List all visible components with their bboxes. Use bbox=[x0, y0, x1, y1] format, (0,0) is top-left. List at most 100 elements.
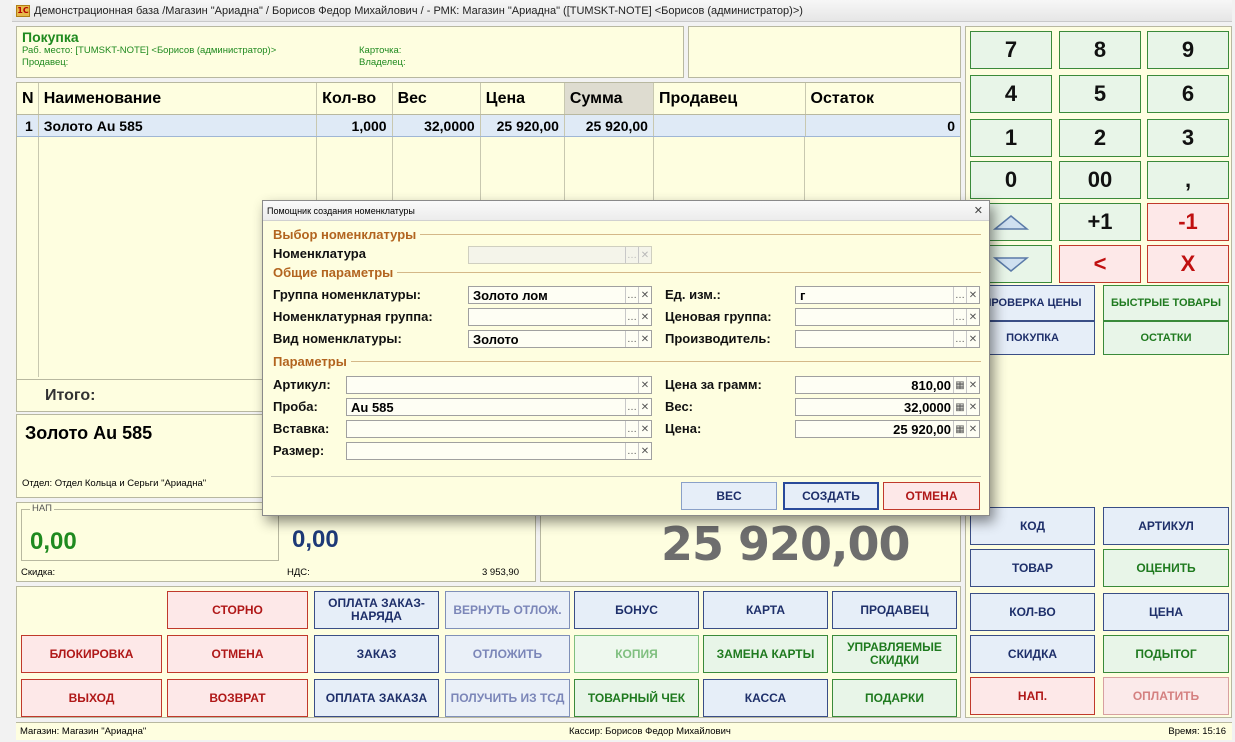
key-7[interactable]: 7 bbox=[970, 31, 1052, 69]
pay-button[interactable]: ОПЛАТИТЬ bbox=[1103, 677, 1229, 715]
ellipsis-icon[interactable]: … bbox=[625, 309, 638, 325]
column-header[interactable]: N bbox=[17, 83, 39, 114]
return-deferred-button[interactable]: ВЕРНУТЬ ОТЛОЖ. bbox=[445, 591, 570, 629]
clear-x-icon[interactable]: ✕ bbox=[638, 377, 651, 393]
ellipsis-icon[interactable]: … bbox=[625, 287, 638, 303]
key-8[interactable]: 8 bbox=[1059, 31, 1141, 69]
clear-button[interactable]: X bbox=[1147, 245, 1229, 283]
manufacturer-field[interactable]: … ✕ bbox=[795, 330, 980, 348]
pay-work-order-button[interactable]: ОПЛАТА ЗАКАЗ-НАРЯДА bbox=[314, 591, 439, 629]
key-00[interactable]: 00 bbox=[1059, 161, 1141, 199]
clear-x-icon[interactable]: ✕ bbox=[638, 247, 651, 263]
seller-button[interactable]: ПРОДАВЕЦ bbox=[832, 591, 957, 629]
nap-button[interactable]: НАП. bbox=[970, 677, 1095, 715]
key-9[interactable]: 9 bbox=[1147, 31, 1229, 69]
weight-button[interactable]: ВЕС bbox=[681, 482, 777, 510]
ellipsis-icon[interactable]: … bbox=[953, 287, 966, 303]
nom-group-field[interactable]: … ✕ bbox=[468, 308, 652, 326]
quick-goods-button[interactable]: БЫСТРЫЕ ТОВАРЫ bbox=[1103, 285, 1229, 321]
clear-x-icon[interactable]: ✕ bbox=[638, 399, 651, 415]
order-button[interactable]: ЗАКАЗ bbox=[314, 635, 439, 673]
key-5[interactable]: 5 bbox=[1059, 75, 1141, 113]
clear-x-icon[interactable]: ✕ bbox=[638, 421, 651, 437]
bonus-button[interactable]: БОНУС bbox=[574, 591, 699, 629]
clear-x-icon[interactable]: ✕ bbox=[966, 421, 979, 437]
article-button[interactable]: АРТИКУЛ bbox=[1103, 507, 1229, 545]
ellipsis-icon[interactable]: … bbox=[625, 399, 638, 415]
size-field[interactable]: … ✕ bbox=[346, 442, 652, 460]
clear-x-icon[interactable]: ✕ bbox=[966, 331, 979, 347]
key-4[interactable]: 4 bbox=[970, 75, 1052, 113]
subtotal-button[interactable]: ПОДЫТОГ bbox=[1103, 635, 1229, 673]
kind-field[interactable]: Золото… ✕ bbox=[468, 330, 652, 348]
ellipsis-icon[interactable]: … bbox=[953, 309, 966, 325]
cash-button[interactable]: КАССА bbox=[703, 679, 828, 717]
remains-button[interactable]: ОСТАТКИ bbox=[1103, 321, 1229, 355]
ellipsis-icon[interactable]: … bbox=[953, 331, 966, 347]
exit-button[interactable]: ВЫХОД bbox=[21, 679, 162, 717]
column-header[interactable]: Остаток bbox=[806, 83, 960, 114]
defer-button[interactable]: ОТЛОЖИТЬ bbox=[445, 635, 570, 673]
gifts-button[interactable]: ПОДАРКИ bbox=[832, 679, 957, 717]
price-button[interactable]: ЦЕНА bbox=[1103, 593, 1229, 631]
key-comma[interactable]: , bbox=[1147, 161, 1229, 199]
key-0[interactable]: 0 bbox=[970, 161, 1052, 199]
create-button[interactable]: СОЗДАТЬ bbox=[783, 482, 879, 510]
price-field[interactable]: 25 920,00 ▦ ✕ bbox=[795, 420, 980, 438]
column-header[interactable]: Кол-во bbox=[317, 83, 393, 114]
quantity-button[interactable]: КОЛ-ВО bbox=[970, 593, 1095, 631]
managed-discounts-button[interactable]: УПРАВЛЯЕМЫЕ СКИДКИ bbox=[832, 635, 957, 673]
clear-x-icon[interactable]: ✕ bbox=[966, 399, 979, 415]
column-header[interactable]: Цена bbox=[481, 83, 565, 114]
ellipsis-icon[interactable]: … bbox=[625, 443, 638, 459]
clear-x-icon[interactable]: ✕ bbox=[638, 309, 651, 325]
close-icon[interactable]: ✕ bbox=[974, 204, 983, 217]
key-2[interactable]: 2 bbox=[1059, 119, 1141, 157]
clear-x-icon[interactable]: ✕ bbox=[638, 287, 651, 303]
calculator-icon[interactable]: ▦ bbox=[953, 399, 966, 415]
calculator-icon[interactable]: ▦ bbox=[953, 421, 966, 437]
article-field[interactable]: ✕ bbox=[346, 376, 652, 394]
return-button[interactable]: ВОЗВРАТ bbox=[167, 679, 308, 717]
nomenclature-field[interactable]: … ✕ bbox=[468, 246, 652, 264]
ellipsis-icon[interactable]: … bbox=[625, 331, 638, 347]
change-card-button[interactable]: ЗАМЕНА КАРТЫ bbox=[703, 635, 828, 673]
pay-order-button[interactable]: ОПЛАТА ЗАКАЗА bbox=[314, 679, 439, 717]
table-row[interactable]: 1 Золото Au 585 1,000 32,0000 25 920,00 … bbox=[17, 115, 960, 137]
price-per-gram-field[interactable]: 810,00 ▦ ✕ bbox=[795, 376, 980, 394]
clear-x-icon[interactable]: ✕ bbox=[638, 443, 651, 459]
insert-field[interactable]: … ✕ bbox=[346, 420, 652, 438]
evaluate-button[interactable]: ОЦЕНИТЬ bbox=[1103, 549, 1229, 587]
group-field[interactable]: Золото лом… ✕ bbox=[468, 286, 652, 304]
discount-button[interactable]: СКИДКА bbox=[970, 635, 1095, 673]
weight-field[interactable]: 32,0000 ▦ ✕ bbox=[795, 398, 980, 416]
storno-button[interactable]: СТОРНО bbox=[167, 591, 308, 629]
cancel-receipt-button[interactable]: ОТМЕНА bbox=[167, 635, 308, 673]
unit-field[interactable]: г… ✕ bbox=[795, 286, 980, 304]
goods-receipt-button[interactable]: ТОВАРНЫЙ ЧЕК bbox=[574, 679, 699, 717]
clear-x-icon[interactable]: ✕ bbox=[966, 287, 979, 303]
column-header[interactable]: Продавец bbox=[654, 83, 806, 114]
clear-x-icon[interactable]: ✕ bbox=[966, 377, 979, 393]
key-1[interactable]: 1 bbox=[970, 119, 1052, 157]
goods-button[interactable]: ТОВАР bbox=[970, 549, 1095, 587]
ellipsis-icon[interactable]: … bbox=[625, 247, 638, 263]
dialog-cancel-button[interactable]: ОТМЕНА bbox=[883, 482, 980, 510]
key-3[interactable]: 3 bbox=[1147, 119, 1229, 157]
calculator-icon[interactable]: ▦ bbox=[953, 377, 966, 393]
minus-one-button[interactable]: -1 bbox=[1147, 203, 1229, 241]
column-header[interactable]: Сумма bbox=[564, 83, 654, 114]
ellipsis-icon[interactable]: … bbox=[625, 421, 638, 437]
block-button[interactable]: БЛОКИРОВКА bbox=[21, 635, 162, 673]
copy-button[interactable]: КОПИЯ bbox=[574, 635, 699, 673]
get-from-tsd-button[interactable]: ПОЛУЧИТЬ ИЗ ТСД bbox=[445, 679, 570, 717]
backspace-button[interactable]: < bbox=[1059, 245, 1141, 283]
clear-x-icon[interactable]: ✕ bbox=[966, 309, 979, 325]
price-group-field[interactable]: … ✕ bbox=[795, 308, 980, 326]
card-button[interactable]: КАРТА bbox=[703, 591, 828, 629]
plus-one-button[interactable]: +1 bbox=[1059, 203, 1141, 241]
key-6[interactable]: 6 bbox=[1147, 75, 1229, 113]
column-header[interactable]: Наименование bbox=[39, 83, 318, 114]
probe-field[interactable]: Au 585… ✕ bbox=[346, 398, 652, 416]
clear-x-icon[interactable]: ✕ bbox=[638, 331, 651, 347]
